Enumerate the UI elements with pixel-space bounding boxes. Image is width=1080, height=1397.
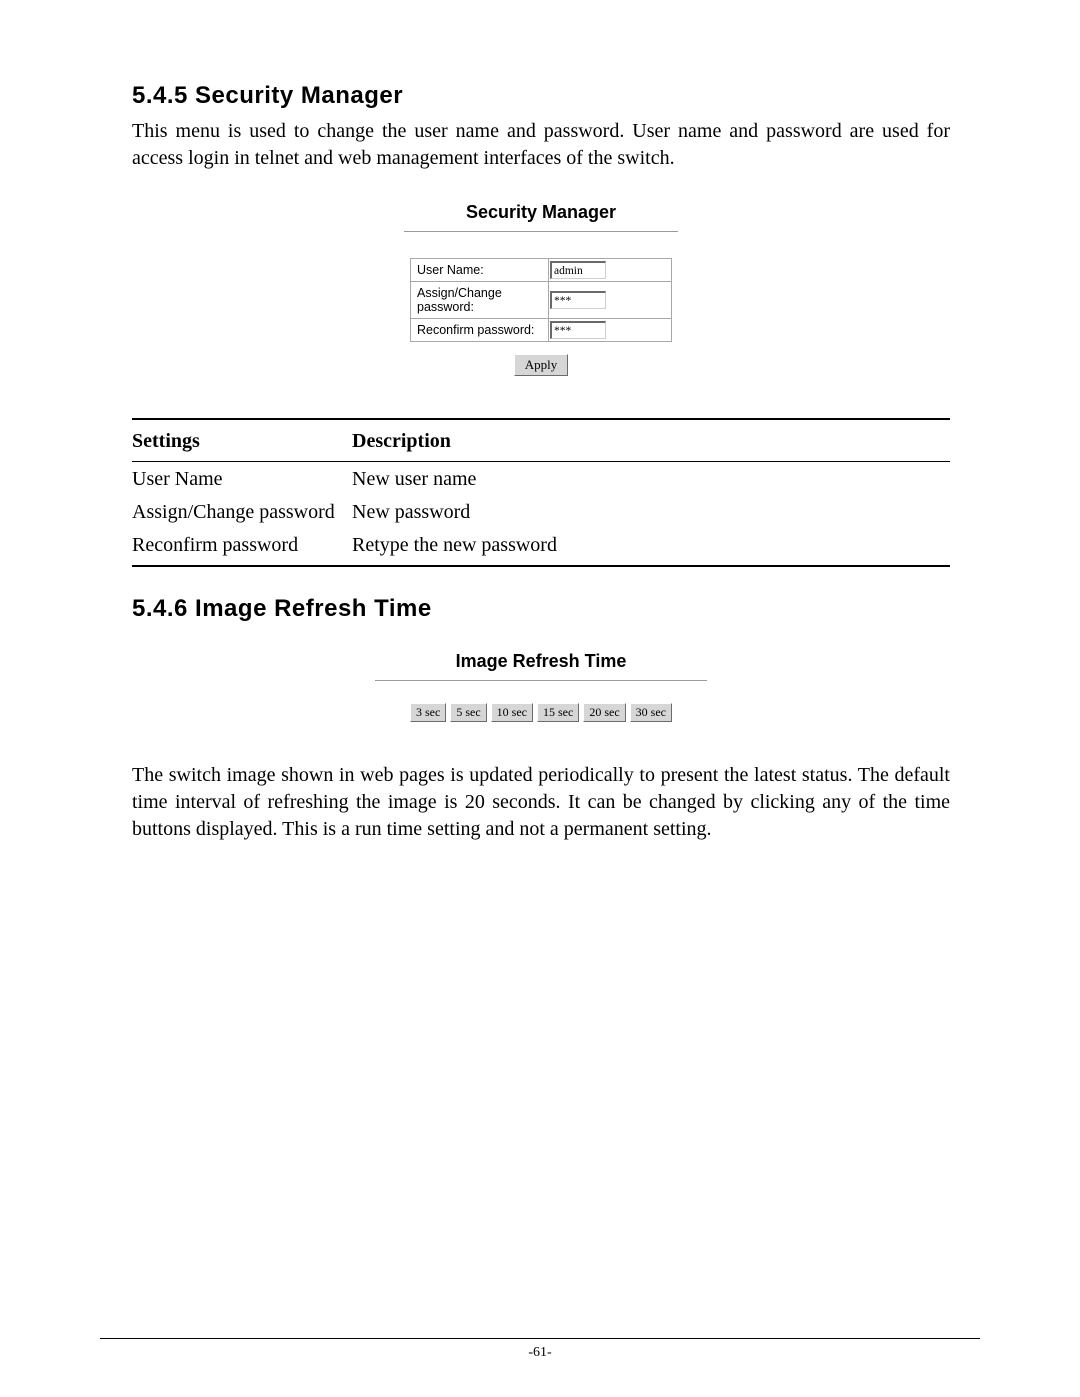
th-description: Description bbox=[352, 419, 950, 462]
label-username: User Name: bbox=[411, 259, 549, 281]
paragraph-refresh-description: The switch image shown in web pages is u… bbox=[132, 762, 950, 843]
panel-divider bbox=[375, 680, 707, 681]
assign-password-input[interactable] bbox=[550, 291, 606, 309]
heading-security-manager: 5.4.5 Security Manager bbox=[132, 82, 950, 110]
cell-assign-input bbox=[549, 290, 671, 310]
cell-setting: Assign/Change password bbox=[132, 495, 352, 528]
th-settings: Settings bbox=[132, 419, 352, 462]
image-refresh-title: Image Refresh Time bbox=[381, 651, 701, 672]
settings-description-table: Settings Description User Name New user … bbox=[132, 418, 950, 567]
footer-rule bbox=[100, 1338, 980, 1339]
security-form-table: User Name: Assign/Change password: Recon… bbox=[410, 258, 672, 342]
page-number: -61- bbox=[0, 1345, 1080, 1361]
label-reconfirm-password: Reconfirm password: bbox=[411, 319, 549, 341]
table-row: Assign/Change password New password bbox=[132, 495, 950, 528]
table-row: User Name New user name bbox=[132, 462, 950, 496]
panel-divider bbox=[404, 231, 678, 232]
refresh-15sec-button[interactable]: 15 sec bbox=[537, 703, 579, 722]
row-username: User Name: bbox=[411, 259, 671, 282]
refresh-30sec-button[interactable]: 30 sec bbox=[630, 703, 672, 722]
refresh-3sec-button[interactable]: 3 sec bbox=[410, 703, 446, 722]
cell-description: New password bbox=[352, 495, 950, 528]
cell-description: Retype the new password bbox=[352, 528, 950, 566]
cell-setting: User Name bbox=[132, 462, 352, 496]
row-assign-password: Assign/Change password: bbox=[411, 282, 671, 319]
document-page: 5.4.5 Security Manager This menu is used… bbox=[0, 0, 1080, 1397]
security-manager-title: Security Manager bbox=[410, 202, 672, 223]
cell-reconfirm-input bbox=[549, 320, 671, 340]
refresh-20sec-button[interactable]: 20 sec bbox=[583, 703, 625, 722]
apply-button[interactable]: Apply bbox=[514, 354, 569, 376]
cell-setting: Reconfirm password bbox=[132, 528, 352, 566]
image-refresh-panel: Image Refresh Time 3 sec 5 sec 10 sec 15… bbox=[371, 641, 711, 738]
apply-button-wrap: Apply bbox=[410, 354, 672, 376]
cell-description: New user name bbox=[352, 462, 950, 496]
row-reconfirm-password: Reconfirm password: bbox=[411, 319, 671, 341]
reconfirm-password-input[interactable] bbox=[550, 321, 606, 339]
table-row: Reconfirm password Retype the new passwo… bbox=[132, 528, 950, 566]
refresh-buttons-row: 3 sec 5 sec 10 sec 15 sec 20 sec 30 sec bbox=[381, 703, 701, 722]
refresh-5sec-button[interactable]: 5 sec bbox=[450, 703, 486, 722]
cell-username-input bbox=[549, 260, 671, 280]
paragraph-security-intro: This menu is used to change the user nam… bbox=[132, 118, 950, 172]
security-manager-panel: Security Manager User Name: Assign/Chang… bbox=[400, 192, 682, 390]
label-assign-password: Assign/Change password: bbox=[411, 282, 549, 318]
refresh-10sec-button[interactable]: 10 sec bbox=[491, 703, 533, 722]
heading-image-refresh-time: 5.4.6 Image Refresh Time bbox=[132, 595, 950, 623]
username-input[interactable] bbox=[550, 261, 606, 279]
